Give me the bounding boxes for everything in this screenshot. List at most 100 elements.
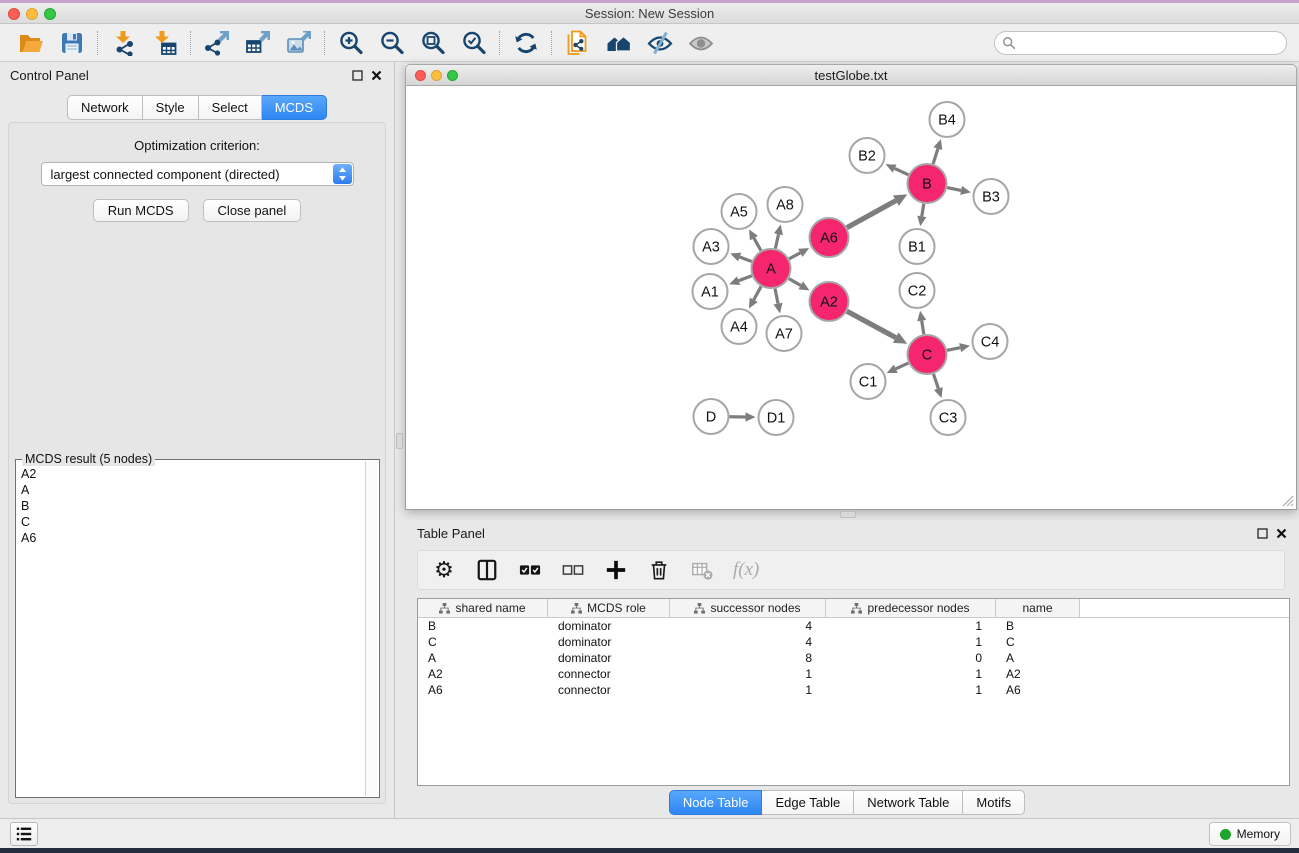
graph-node-A3[interactable]: A3 <box>694 229 729 264</box>
table-row[interactable]: A2connector11A2 <box>418 666 1289 682</box>
duplicate-network-button[interactable] <box>557 27 598 59</box>
memory-button[interactable]: Memory <box>1209 822 1291 846</box>
vertical-splitter-grip[interactable] <box>396 433 403 449</box>
horizontal-splitter-grip[interactable] <box>840 511 856 518</box>
tab-style[interactable]: Style <box>143 95 199 120</box>
graph-edge-A-A5[interactable] <box>749 229 761 250</box>
tab-mcds[interactable]: MCDS <box>262 95 327 120</box>
graph-node-A6[interactable]: A6 <box>810 218 849 257</box>
graph-edge-A-A6[interactable] <box>789 248 809 259</box>
network-close-traffic-light[interactable] <box>415 70 426 81</box>
open-session-button[interactable] <box>10 27 51 59</box>
network-minimize-traffic-light[interactable] <box>431 70 442 81</box>
network-graph[interactable]: B4B2BB3A8A5A6A3B1AA1C2A2A4A7C4CC1C3DD1 <box>406 86 1296 509</box>
zoom-selected-button[interactable] <box>453 27 494 59</box>
run-mcds-button[interactable]: Run MCDS <box>93 199 189 222</box>
home-neighbors-button[interactable] <box>598 27 639 59</box>
close-panel-icon[interactable] <box>371 70 382 81</box>
delete-row-button[interactable] <box>647 557 671 583</box>
graph-edge-D-D1[interactable] <box>729 412 755 421</box>
table-row[interactable]: Adominator80A <box>418 650 1289 666</box>
graph-node-C1[interactable]: C1 <box>851 364 886 399</box>
mcds-result-item[interactable]: A2 <box>19 466 363 482</box>
hide-selected-button[interactable] <box>639 27 680 59</box>
graph-edge-A-A3[interactable] <box>730 253 752 262</box>
export-image-button[interactable] <box>278 27 319 59</box>
mcds-result-item[interactable]: A6 <box>19 530 363 546</box>
add-row-button[interactable] <box>604 557 628 583</box>
tab-network[interactable]: Network <box>67 95 143 120</box>
graph-node-C[interactable]: C <box>908 335 947 374</box>
graph-edge-C-C3[interactable] <box>933 374 942 398</box>
select-all-button[interactable] <box>518 557 542 583</box>
export-network-button[interactable] <box>196 27 237 59</box>
tab-select[interactable]: Select <box>199 95 262 120</box>
delete-table-button[interactable] <box>690 557 714 583</box>
graph-node-A8[interactable]: A8 <box>768 187 803 222</box>
close-panel-button[interactable]: Close panel <box>203 199 302 222</box>
mcds-result-item[interactable]: A <box>19 482 363 498</box>
table-tab-edge-table[interactable]: Edge Table <box>762 790 854 815</box>
column-header-successor-nodes[interactable]: successor nodes <box>670 599 826 618</box>
show-task-history-button[interactable] <box>10 822 38 846</box>
mcds-result-item[interactable]: C <box>19 514 363 530</box>
graph-edge-C-C4[interactable] <box>947 343 970 352</box>
mcds-result-item[interactable]: B <box>19 498 363 514</box>
graph-node-B[interactable]: B <box>908 164 947 203</box>
graph-edge-C-C1[interactable] <box>887 363 909 373</box>
graph-node-A2[interactable]: A2 <box>810 282 849 321</box>
table-row[interactable]: A6connector11A6 <box>418 682 1289 698</box>
graph-edge-A-A1[interactable] <box>729 276 752 285</box>
network-window-titlebar[interactable]: testGlobe.txt <box>405 64 1297 86</box>
graph-edge-A2-C[interactable] <box>847 311 907 344</box>
window-resize-grip[interactable] <box>1281 494 1294 507</box>
table-tab-node-table[interactable]: Node Table <box>669 790 763 815</box>
column-header-predecessor-nodes[interactable]: predecessor nodes <box>826 599 996 618</box>
export-table-button[interactable] <box>237 27 278 59</box>
import-table-button[interactable] <box>144 27 185 59</box>
graph-node-D[interactable]: D <box>694 399 729 434</box>
column-header-name[interactable]: name <box>996 599 1080 618</box>
table-row[interactable]: Bdominator41B <box>418 618 1289 634</box>
graph-edge-A-A7[interactable] <box>774 289 783 314</box>
float-table-panel-icon[interactable] <box>1257 528 1268 539</box>
table-tab-network-table[interactable]: Network Table <box>854 790 963 815</box>
table-settings-button[interactable]: ⚙ <box>432 557 456 583</box>
zoom-fit-button[interactable] <box>412 27 453 59</box>
table-tab-motifs[interactable]: Motifs <box>963 790 1025 815</box>
network-zoom-traffic-light[interactable] <box>447 70 458 81</box>
graph-node-A7[interactable]: A7 <box>767 316 802 351</box>
show-columns-button[interactable] <box>475 557 499 583</box>
graph-node-A1[interactable]: A1 <box>693 274 728 309</box>
graph-node-B4[interactable]: B4 <box>930 102 965 137</box>
graph-edge-A6-B[interactable] <box>847 194 907 227</box>
float-panel-icon[interactable] <box>352 70 363 81</box>
graph-edge-B-B4[interactable] <box>933 139 942 164</box>
graph-node-B2[interactable]: B2 <box>850 138 885 173</box>
refresh-button[interactable] <box>505 27 546 59</box>
graph-edge-A-A4[interactable] <box>749 286 761 308</box>
graph-edge-B-B2[interactable] <box>886 164 909 175</box>
optimization-criterion-dropdown[interactable]: largest connected component (directed) <box>41 162 354 186</box>
result-list-scrollbar[interactable] <box>365 461 378 796</box>
graph-node-C2[interactable]: C2 <box>900 273 935 308</box>
clear-selection-button[interactable] <box>561 557 585 583</box>
search-input[interactable] <box>994 31 1287 55</box>
graph-edge-A-A8[interactable] <box>774 225 783 249</box>
column-header-shared-name[interactable]: shared name <box>418 599 548 618</box>
zoom-out-button[interactable] <box>371 27 412 59</box>
table-row[interactable]: Cdominator41C <box>418 634 1289 650</box>
network-canvas[interactable]: B4B2BB3A8A5A6A3B1AA1C2A2A4A7C4CC1C3DD1 <box>405 86 1297 510</box>
graph-node-A[interactable]: A <box>752 249 791 288</box>
graph-edge-A-A2[interactable] <box>789 279 810 291</box>
zoom-in-button[interactable] <box>330 27 371 59</box>
graph-node-A5[interactable]: A5 <box>722 194 757 229</box>
graph-node-B1[interactable]: B1 <box>900 229 935 264</box>
graph-edge-C-C2[interactable] <box>917 311 926 334</box>
save-session-button[interactable] <box>51 27 92 59</box>
import-network-button[interactable] <box>103 27 144 59</box>
show-all-button[interactable] <box>680 27 721 59</box>
graph-node-D1[interactable]: D1 <box>759 400 794 435</box>
graph-node-A4[interactable]: A4 <box>722 309 757 344</box>
graph-edge-B-B1[interactable] <box>917 204 926 227</box>
